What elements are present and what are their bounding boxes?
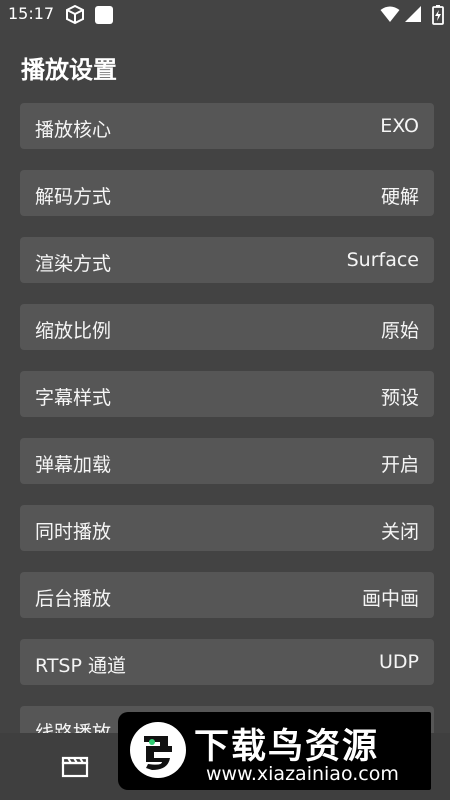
setting-value: 画中画: [361, 588, 419, 610]
setting-label: 同时播放: [35, 521, 112, 543]
setting-value: 预设: [380, 387, 419, 409]
screen: 15:17 播放设置 播放核心 EXO 解码方式 硬解 渲染方式 Surface…: [0, 0, 450, 800]
setting-row-rtsp-channel[interactable]: RTSP 通道 UDP: [20, 639, 434, 685]
status-time: 15:17: [8, 4, 55, 23]
setting-row-danmaku-loading[interactable]: 弹幕加载 开启: [20, 438, 434, 484]
setting-row-decode-mode[interactable]: 解码方式 硬解: [20, 170, 434, 216]
setting-label: 后台播放: [35, 588, 112, 610]
setting-row-playback-core[interactable]: 播放核心 EXO: [20, 103, 434, 149]
setting-label: 线路播放: [35, 722, 112, 733]
cube-icon: [64, 4, 86, 29]
setting-value: EXO: [380, 115, 419, 137]
watermark-title: 下载鸟资源: [194, 727, 380, 767]
setting-value: UDP: [379, 651, 419, 673]
settings-list: 播放核心 EXO 解码方式 硬解 渲染方式 Surface 缩放比例 原始 字幕…: [20, 103, 434, 733]
setting-value: 关闭: [380, 521, 419, 543]
setting-value: 开启: [380, 454, 419, 476]
watermark-url: www.xiazainiao.com: [206, 763, 399, 785]
watermark: 下载鸟资源 www.xiazainiao.com: [118, 712, 431, 790]
status-bar: 15:17: [0, 0, 450, 30]
setting-value: 硬解: [380, 186, 419, 208]
setting-label: 缩放比例: [35, 320, 112, 342]
setting-row-render-mode[interactable]: 渲染方式 Surface: [20, 237, 434, 283]
wifi-icon: [380, 5, 400, 27]
setting-row-subtitle-style[interactable]: 字幕样式 预设: [20, 371, 434, 417]
square-icon: [94, 5, 114, 29]
page-title: 播放设置: [21, 56, 117, 84]
setting-label: 渲染方式: [35, 253, 112, 275]
setting-row-simultaneous-playback[interactable]: 同时播放 关闭: [20, 505, 434, 551]
setting-label: 播放核心: [35, 119, 112, 141]
setting-value: 原始: [380, 320, 419, 342]
battery-charging-icon: [432, 5, 444, 29]
clapperboard-icon[interactable]: [61, 756, 89, 782]
setting-label: 字幕样式: [35, 387, 112, 409]
signal-icon: [404, 5, 422, 27]
watermark-logo: [130, 722, 186, 778]
setting-row-scale-ratio[interactable]: 缩放比例 原始: [20, 304, 434, 350]
setting-value: Surface: [346, 249, 419, 271]
setting-label: 解码方式: [35, 186, 112, 208]
setting-label: RTSP 通道: [35, 655, 126, 677]
setting-row-background-playback[interactable]: 后台播放 画中画: [20, 572, 434, 618]
setting-label: 弹幕加载: [35, 454, 112, 476]
